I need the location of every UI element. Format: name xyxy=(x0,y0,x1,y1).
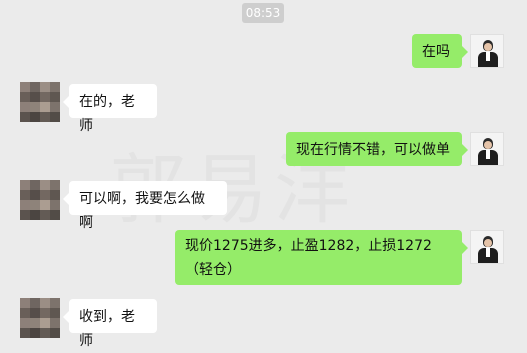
message-bubble-sent[interactable]: 在吗 xyxy=(412,34,468,68)
avatar-contact[interactable] xyxy=(20,82,60,122)
message-bubble-received[interactable]: 收到，老师 xyxy=(63,299,157,349)
avatar-contact[interactable] xyxy=(20,298,60,338)
avatar-self[interactable] xyxy=(470,132,504,166)
avatar-self[interactable] xyxy=(470,230,504,264)
message-bubble-received[interactable]: 在的，老师 xyxy=(63,84,157,134)
message-bubble-received[interactable]: 可以啊，我要怎么做啊 xyxy=(63,181,227,231)
timestamp-label: 08:53 xyxy=(242,3,284,23)
message-bubble-sent[interactable]: 现价1275进多，止盈1282，止损1272（轻仓） xyxy=(175,230,468,285)
message-bubble-sent[interactable]: 现在行情不错，可以做单 xyxy=(286,132,468,166)
avatar-contact[interactable] xyxy=(20,180,60,220)
avatar-self[interactable] xyxy=(470,34,504,68)
